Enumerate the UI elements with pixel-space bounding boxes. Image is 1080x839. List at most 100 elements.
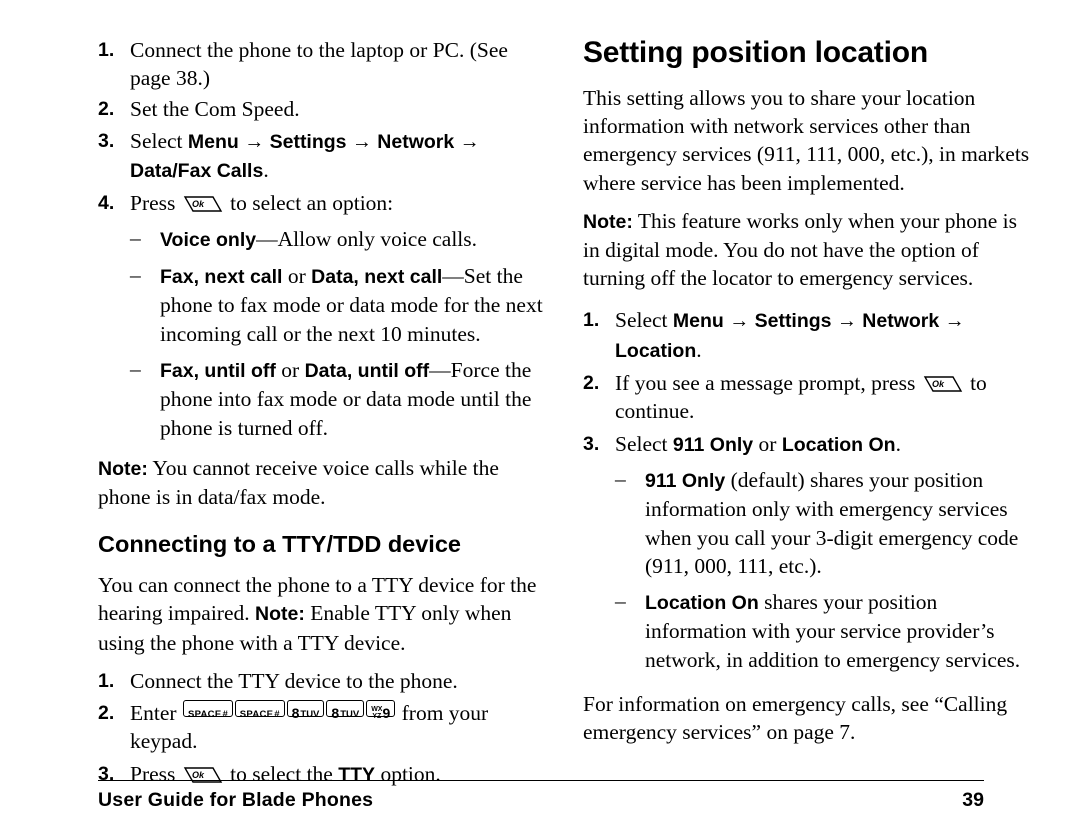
list-text: Select xyxy=(615,308,668,333)
left-column: 1. Connect the phone to the laptop or PC… xyxy=(98,36,550,790)
menu-path-menu: Menu xyxy=(187,130,239,153)
eight-tuv-key-icon: 8TUV xyxy=(286,700,325,721)
list-item: 3. Select Menu → Settings → Network → Da… xyxy=(98,127,550,186)
list-number: 3. xyxy=(98,129,115,152)
list-text-tail: to select an option: xyxy=(230,191,394,216)
menu-path-location: Location xyxy=(615,339,697,362)
list-number: 2. xyxy=(98,702,115,725)
document-page: 1. Connect the phone to the laptop or PC… xyxy=(0,0,1080,839)
ok-key-icon: Ok xyxy=(183,194,223,214)
list-item: 1. Select Menu → Settings → Network → Lo… xyxy=(583,306,1035,365)
list-text: If you see a message prompt, press xyxy=(615,371,916,396)
list-text: Connect the phone to the laptop or PC. (… xyxy=(130,38,508,91)
list-text: Enter xyxy=(130,701,177,726)
intro-paragraph: This setting allows you to share your lo… xyxy=(583,86,1030,195)
right-numbered-list: 1. Select Menu → Settings → Network → Lo… xyxy=(583,306,1035,458)
list-item: 3. Select 911 Only or Location On. xyxy=(583,430,1035,459)
ok-key-icon: Ok xyxy=(923,374,963,394)
list-item: – Location On shares your position infor… xyxy=(615,588,1035,674)
list-item: – 911 Only (default) shares your positio… xyxy=(615,466,1035,580)
period: . xyxy=(895,431,901,456)
option-name: Data, until off xyxy=(304,359,430,382)
closing-paragraph: For information on emergency calls, see … xyxy=(583,691,1008,745)
key-digit: 8 xyxy=(291,705,300,722)
menu-path-menu: Menu xyxy=(672,310,724,333)
conjunction: or xyxy=(758,431,777,456)
note-label: Note: xyxy=(98,457,148,480)
list-number: 4. xyxy=(98,192,115,215)
arrow-icon: → xyxy=(244,130,265,153)
key-letters-bottom: YZ xyxy=(372,713,382,721)
list-number: 2. xyxy=(98,97,115,120)
option-name: Fax, next call xyxy=(160,266,283,289)
footer-title: User Guide for Blade Phones xyxy=(98,789,374,811)
option-name: Location On xyxy=(645,592,759,615)
list-item: 2. Enter SPACE# SPACE# 8TUV 8TUV WX YZ 9 from … xyxy=(98,699,550,756)
left-numbered-list-2: 1. Connect the TTY device to the phone. … xyxy=(98,667,550,789)
dash-marker: – xyxy=(615,589,626,614)
left-numbered-list-1: 1. Connect the phone to the laptop or PC… xyxy=(98,36,550,218)
arrow-icon: → xyxy=(944,310,965,333)
list-item: 2. Set the Com Speed. xyxy=(98,95,550,123)
dash-marker: – xyxy=(130,263,141,288)
key-letters: TUV xyxy=(300,709,320,721)
menu-path-network: Network xyxy=(862,310,940,333)
period: . xyxy=(263,158,269,183)
menu-path-datafax: Data/Fax Calls xyxy=(130,160,264,183)
right-column: Setting position location This setting a… xyxy=(583,36,1035,746)
arrow-icon: → xyxy=(729,310,750,333)
list-number: 1. xyxy=(98,39,115,61)
option-name: Voice only xyxy=(160,228,257,251)
dash-marker: – xyxy=(615,466,626,491)
list-item: – Fax, next call or Data, next call—Set … xyxy=(130,262,550,348)
menu-path-settings: Settings xyxy=(269,130,347,153)
key-symbol: # xyxy=(222,709,228,721)
page-footer: User Guide for Blade Phones 39 xyxy=(98,780,984,812)
list-number: 2. xyxy=(583,372,600,395)
right-dash-list: – 911 Only (default) shares your positio… xyxy=(615,466,1035,674)
dash-marker: – xyxy=(130,356,141,381)
arrow-icon: → xyxy=(836,310,857,333)
option-name: Fax, until off xyxy=(160,359,276,382)
list-text: Press xyxy=(130,191,176,216)
key-letters-top: WX xyxy=(371,706,383,714)
eight-tuv-key-icon: 8TUV xyxy=(326,700,365,721)
left-dash-list: – Voice only—Allow only voice calls. – F… xyxy=(130,225,550,442)
nine-wxyz-key-icon: WX YZ 9 xyxy=(366,700,396,721)
arrow-icon: → xyxy=(351,130,372,153)
list-item: 2. If you see a message prompt, press Ok… xyxy=(583,369,1035,426)
tty-body-paragraph: You can connect the phone to a TTY devic… xyxy=(98,571,550,657)
conjunction: or xyxy=(281,357,300,382)
space-pound-key-icon: SPACE# xyxy=(234,700,285,721)
list-text: Select xyxy=(615,431,668,456)
left-note-paragraph: Note: You cannot receive voice calls whi… xyxy=(98,454,550,511)
page-title: Setting position location xyxy=(583,36,928,69)
section-heading-tty: Connecting to a TTY/TDD device xyxy=(98,531,461,558)
key-label: SPACE xyxy=(239,709,274,721)
svg-text:Ok: Ok xyxy=(932,379,945,389)
list-item: 4. Press Ok to select an option: xyxy=(98,189,550,217)
list-number: 1. xyxy=(98,669,115,692)
note-text: You cannot receive voice calls while the… xyxy=(98,455,499,510)
option-name: 911 Only xyxy=(672,433,754,456)
note-label: Note: xyxy=(583,210,633,233)
page-number: 39 xyxy=(962,789,984,811)
list-number: 1. xyxy=(583,309,600,332)
conjunction: or xyxy=(287,264,306,289)
period: . xyxy=(696,337,702,362)
option-name: Data, next call xyxy=(311,266,443,289)
list-item: 1. Connect the TTY device to the phone. xyxy=(98,667,550,695)
key-letters: TUV xyxy=(340,709,360,721)
option-name: Location On xyxy=(781,433,896,456)
note-text: This feature works only when your phone … xyxy=(583,208,1017,291)
key-digit: 8 xyxy=(331,705,340,722)
list-text: Set the Com Speed. xyxy=(130,96,300,121)
svg-text:Ok: Ok xyxy=(192,199,205,209)
right-note-paragraph: Note: This feature works only when your … xyxy=(583,207,1035,293)
list-item: – Voice only—Allow only voice calls. xyxy=(130,225,550,254)
list-text: Select xyxy=(130,128,183,153)
menu-path-network: Network xyxy=(377,130,455,153)
arrow-icon: → xyxy=(459,130,480,153)
option-name: 911 Only xyxy=(645,469,726,492)
option-desc: —Allow only voice calls. xyxy=(256,226,478,251)
